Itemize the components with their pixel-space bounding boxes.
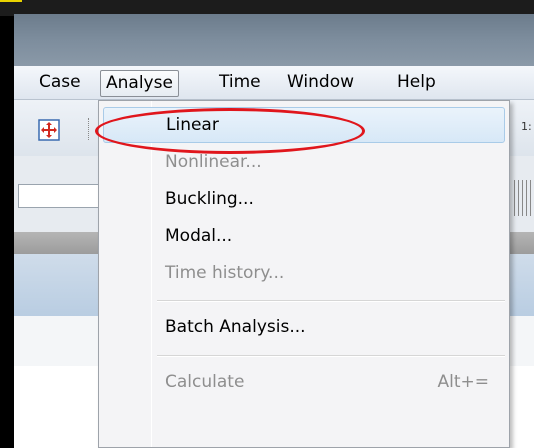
menu-case[interactable]: Case bbox=[34, 70, 86, 97]
menu-analyse[interactable]: Analyse bbox=[100, 70, 179, 97]
menu-time[interactable]: Time bbox=[214, 70, 266, 97]
menu-bar: Case Analyse Time Window Help bbox=[14, 66, 534, 100]
menu-window[interactable]: Window bbox=[282, 70, 359, 97]
menu-item-label: Time history... bbox=[165, 263, 285, 283]
menu-item-label: Modal... bbox=[165, 226, 233, 246]
yellow-accent-line bbox=[0, 0, 22, 14]
menu-item-label: Linear bbox=[166, 115, 219, 135]
menu-item-linear[interactable]: Linear bbox=[103, 107, 505, 143]
move-arrows-icon[interactable] bbox=[38, 119, 60, 141]
menu-item-calculate: Calculate Alt+= bbox=[103, 364, 505, 400]
grip-lines bbox=[514, 180, 534, 216]
menu-separator bbox=[157, 355, 505, 357]
menu-help[interactable]: Help bbox=[392, 70, 441, 97]
menu-item-label: Buckling... bbox=[165, 189, 254, 209]
menu-item-shortcut: Alt+= bbox=[437, 372, 489, 392]
menu-separator bbox=[157, 300, 505, 302]
menu-item-label: Batch Analysis... bbox=[165, 317, 306, 337]
menu-item-label: Calculate bbox=[165, 372, 245, 392]
menu-item-buckling[interactable]: Buckling... bbox=[103, 181, 505, 217]
menu-item-label: Nonlinear... bbox=[165, 152, 262, 172]
title-bar bbox=[14, 14, 534, 66]
toolbar-right-label: 1: bbox=[521, 120, 532, 133]
analyse-dropdown-menu: Linear Nonlinear... Buckling... Modal...… bbox=[98, 100, 510, 448]
menu-item-modal[interactable]: Modal... bbox=[103, 218, 505, 254]
menu-item-batch-analysis[interactable]: Batch Analysis... bbox=[103, 309, 505, 345]
toolbar-separator bbox=[88, 118, 91, 140]
menu-item-nonlinear: Nonlinear... bbox=[103, 144, 505, 180]
application-window: Case Analyse Time Window Help 1: Linear … bbox=[0, 0, 534, 448]
menu-item-time-history: Time history... bbox=[103, 255, 505, 291]
